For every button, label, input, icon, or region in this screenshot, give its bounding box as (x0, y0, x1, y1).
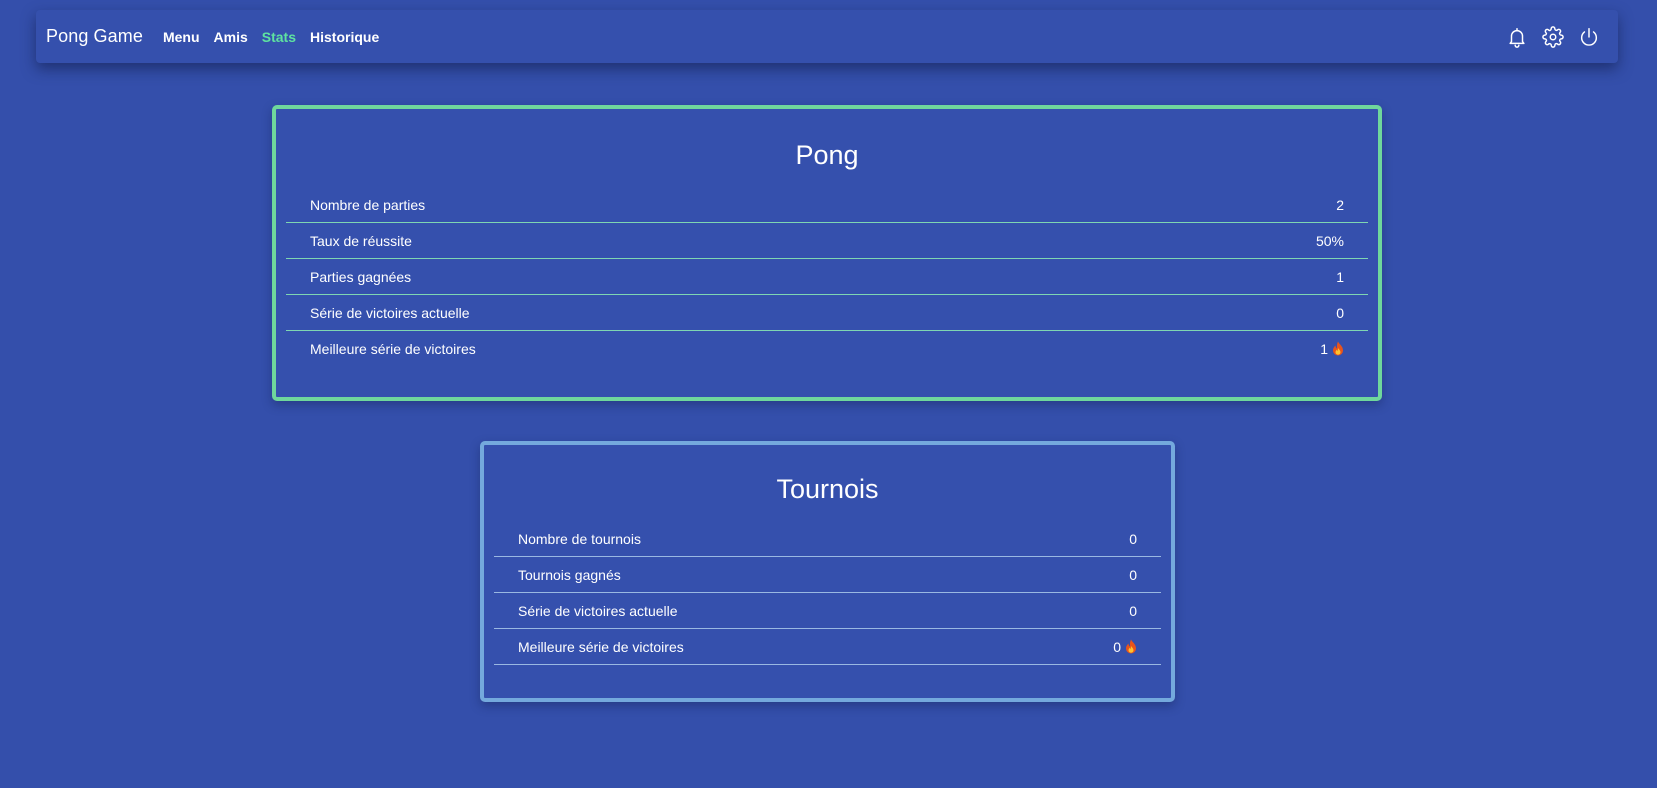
pong-card-title: Pong (795, 140, 859, 170)
stat-row-nombre-de-tournois: Nombre de tournois 0 (494, 521, 1161, 557)
stat-value-text: 0 (1113, 638, 1121, 655)
stat-value-text: 0 (1129, 602, 1137, 619)
stat-value: 1 (1320, 341, 1344, 357)
fire-icon (1333, 341, 1343, 356)
stat-label: Parties gagnées (310, 268, 412, 285)
stat-label: Série de victoires actuelle (518, 602, 678, 619)
stat-row-parties-gagnees: Parties gagnées 1 (286, 259, 1368, 295)
stat-value: 50% (1316, 233, 1344, 249)
stat-row-serie-actuelle: Série de victoires actuelle 0 (286, 295, 1368, 331)
stat-row-nombre-de-parties: Nombre de parties 2 (286, 187, 1368, 223)
stat-label: Taux de réussite (310, 232, 412, 249)
tournois-card-title: Tournois (776, 474, 879, 504)
stat-row-tournois-gagnes: Tournois gagnés 0 (494, 557, 1161, 593)
stat-value: 2 (1336, 197, 1344, 213)
nav-link-menu[interactable]: Menu (163, 29, 200, 45)
nav-link-stats[interactable]: Stats (262, 29, 296, 45)
stat-row-meilleure-serie: Meilleure série de victoires 1 (286, 331, 1368, 366)
stat-value: 0 (1129, 603, 1137, 619)
nav-links: Menu Amis Stats Historique (163, 29, 379, 45)
stat-value-text: 1 (1336, 268, 1344, 285)
stat-row-taux-de-reussite: Taux de réussite 50% (286, 223, 1368, 259)
brand-title[interactable]: Pong Game (46, 26, 143, 47)
stat-label: Nombre de tournois (518, 530, 641, 547)
stat-value: 0 (1129, 531, 1137, 547)
stat-label: Série de victoires actuelle (310, 304, 470, 321)
stat-row-serie-actuelle: Série de victoires actuelle 0 (494, 593, 1161, 629)
stat-value-text: 0 (1129, 530, 1137, 547)
navbar: Pong Game Menu Amis Stats Historique (36, 10, 1618, 63)
bell-icon[interactable] (1506, 26, 1528, 48)
pong-stats-table: Nombre de parties 2 Taux de réussite 50%… (286, 187, 1368, 366)
tournois-stats-card: Tournois Nombre de tournois 0 Tournois g… (480, 441, 1175, 702)
stat-value-text: 0 (1336, 304, 1344, 321)
nav-link-amis[interactable]: Amis (214, 29, 248, 45)
stat-value: 0 (1336, 305, 1344, 321)
fire-icon (1126, 639, 1136, 654)
stat-value-text: 0 (1129, 566, 1137, 583)
stat-value-text: 1 (1320, 340, 1328, 357)
tournois-stats-table: Nombre de tournois 0 Tournois gagnés 0 S… (494, 521, 1161, 665)
gear-icon[interactable] (1542, 25, 1564, 48)
stat-row-meilleure-serie: Meilleure série de victoires 0 (494, 629, 1161, 665)
stat-label: Meilleure série de victoires (310, 340, 476, 357)
stat-value: 0 (1113, 639, 1137, 655)
stat-label: Tournois gagnés (518, 566, 621, 583)
stat-value-text: 2 (1336, 196, 1344, 213)
nav-link-historique[interactable]: Historique (310, 29, 379, 45)
stat-value: 1 (1336, 269, 1344, 285)
stat-label: Meilleure série de victoires (518, 638, 684, 655)
power-icon[interactable] (1578, 26, 1600, 48)
stat-label: Nombre de parties (310, 196, 426, 213)
stat-value: 0 (1129, 567, 1137, 583)
pong-stats-card: Pong Nombre de parties 2 Taux de réussit… (272, 105, 1382, 401)
stat-value-text: 50% (1315, 232, 1344, 249)
nav-icons (1506, 25, 1600, 48)
